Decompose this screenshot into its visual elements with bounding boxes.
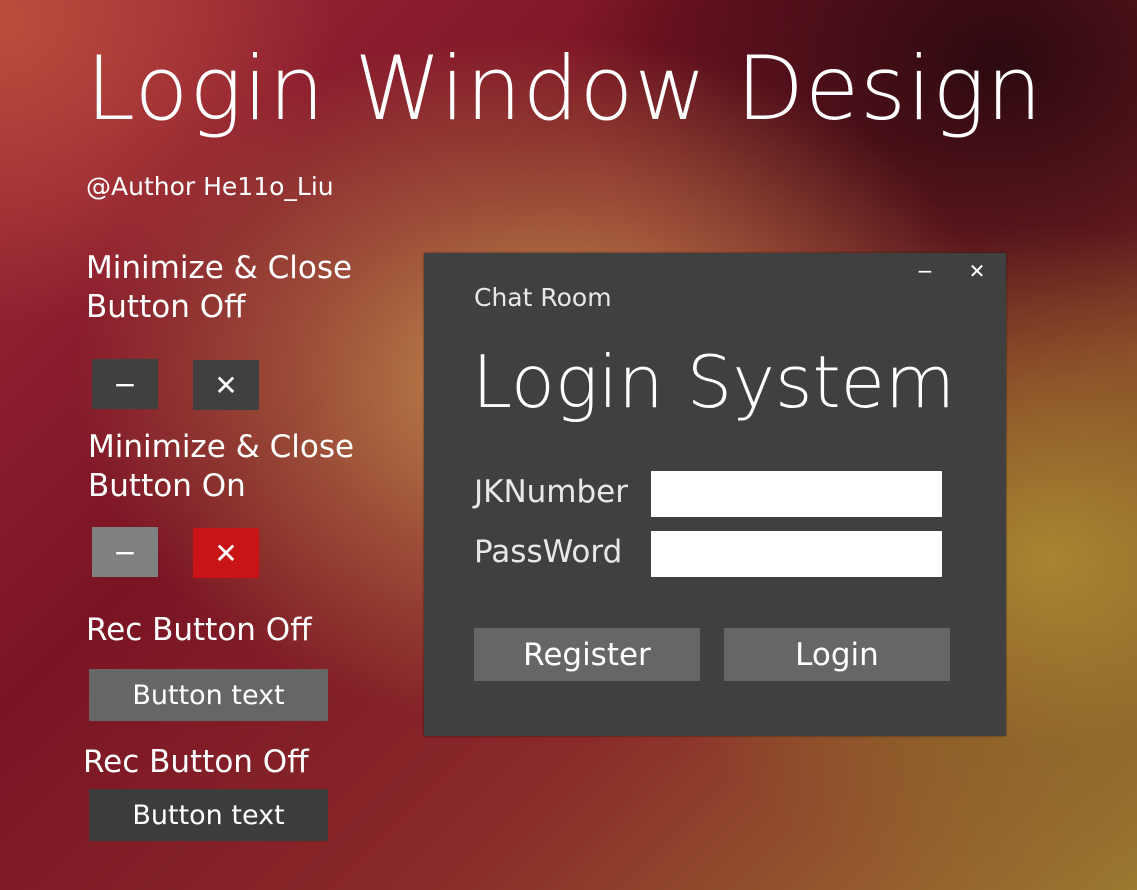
close-icon: ✕ (968, 259, 986, 283)
rec-button-off-label-2: Rec Button Off (83, 744, 309, 780)
minimize-button-off[interactable]: − (92, 359, 158, 409)
close-icon: ✕ (214, 536, 238, 570)
login-window: − ✕ Chat Room Login System JKNumber Pass… (424, 253, 1006, 736)
author-credit: @Author He11o_Liu (86, 172, 334, 201)
window-close-button[interactable]: ✕ (962, 256, 992, 286)
min-close-on-label-line2: Button On (88, 468, 246, 504)
window-minimize-button[interactable]: − (910, 256, 940, 286)
min-close-off-label-line1: Minimize & Close (86, 250, 353, 286)
minimize-button-on[interactable]: − (92, 527, 158, 577)
page-title: Login Window Design (86, 37, 1044, 140)
minimize-icon: − (916, 259, 934, 283)
minimize-icon: − (113, 367, 137, 401)
min-close-off-label-line2: Button Off (86, 289, 246, 325)
password-input[interactable] (651, 531, 942, 577)
min-close-on-label-line1: Minimize & Close (88, 429, 355, 465)
close-button-off[interactable]: ✕ (193, 360, 259, 410)
min-close-on-label: Minimize & Close Button On (88, 428, 354, 506)
minimize-icon: − (113, 535, 137, 569)
app-name: Chat Room (474, 283, 612, 312)
login-button[interactable]: Login (724, 628, 950, 681)
jknumber-input[interactable] (651, 471, 942, 517)
rec-button-2[interactable]: Button text (89, 789, 328, 841)
close-icon: ✕ (214, 368, 238, 402)
close-button-on[interactable]: ✕ (193, 528, 259, 578)
rec-button-1[interactable]: Button text (89, 669, 328, 721)
min-close-off-label: Minimize & Close Button Off (86, 249, 352, 327)
jknumber-label: JKNumber (474, 474, 629, 510)
password-label: PassWord (474, 534, 623, 570)
register-button[interactable]: Register (474, 628, 700, 681)
rec-button-off-label-1: Rec Button Off (86, 612, 312, 648)
window-title: Login System (472, 340, 956, 424)
